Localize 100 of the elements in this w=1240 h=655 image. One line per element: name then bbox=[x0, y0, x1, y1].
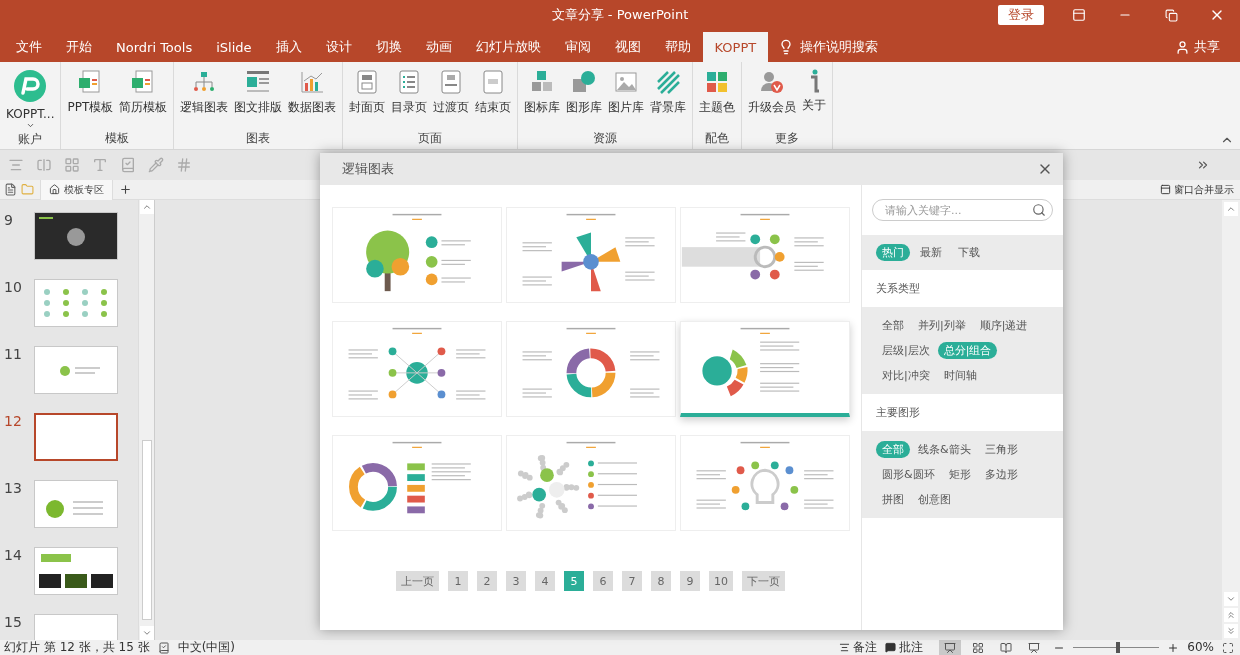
slide-thumbnail[interactable] bbox=[34, 279, 118, 327]
folder-icon[interactable] bbox=[21, 183, 34, 196]
ribbon-tab[interactable]: 开始 bbox=[54, 32, 104, 62]
page-button[interactable]: 3 bbox=[506, 571, 526, 591]
ribbon-button[interactable]: 逻辑图表 bbox=[178, 66, 231, 129]
tell-me-search[interactable]: 操作说明搜索 bbox=[768, 32, 889, 62]
filter-option[interactable]: 全部 bbox=[876, 317, 910, 334]
merge-window-button[interactable]: 窗口合并显示 bbox=[1154, 182, 1240, 197]
ribbon-tab[interactable]: iSlide bbox=[204, 32, 264, 62]
hash-icon[interactable] bbox=[176, 157, 192, 173]
ribbon-tab[interactable]: 幻灯片放映 bbox=[463, 32, 553, 62]
view-icon bbox=[972, 641, 985, 654]
scrollbar-thumb[interactable] bbox=[141, 440, 152, 620]
ribbon-tab[interactable]: 帮助 bbox=[652, 32, 703, 62]
ribbon-tab[interactable]: 设计 bbox=[313, 32, 364, 62]
spell-check-icon[interactable] bbox=[157, 641, 170, 654]
distribute-icon[interactable] bbox=[36, 157, 52, 173]
scroll-up-button[interactable] bbox=[139, 200, 154, 214]
previous-page-button[interactable]: 上一页 bbox=[396, 571, 439, 591]
filter-option[interactable]: 层级|层次 bbox=[876, 342, 936, 359]
grid-icon[interactable] bbox=[64, 157, 80, 173]
ribbon-button[interactable]: 关于 bbox=[800, 66, 829, 129]
view-button[interactable] bbox=[939, 640, 962, 655]
scroll-down-button[interactable] bbox=[1224, 592, 1238, 606]
eyedropper-icon[interactable] bbox=[148, 157, 164, 173]
page-button[interactable]: 1 bbox=[448, 571, 468, 591]
ribbon-tab[interactable]: 动画 bbox=[413, 32, 464, 62]
filter-option[interactable]: 顺序|递进 bbox=[973, 317, 1034, 334]
ribbon-tab[interactable]: 插入 bbox=[263, 32, 314, 62]
ribbon-tab[interactable]: KOPPT bbox=[702, 32, 769, 62]
ribbon-button[interactable]: 图形库 bbox=[564, 66, 605, 129]
image-icon bbox=[613, 69, 640, 95]
notes-button[interactable]: 备注 bbox=[839, 640, 878, 655]
page-button[interactable]: 7 bbox=[622, 571, 642, 591]
filter-option[interactable]: 时间轴 bbox=[937, 367, 983, 384]
bar-chart-icon bbox=[299, 69, 326, 95]
document-tab[interactable]: 模板专区 bbox=[40, 179, 113, 200]
ribbon-button[interactable]: 目录页 bbox=[389, 66, 430, 129]
ribbon-button[interactable]: 数据图表 bbox=[286, 66, 339, 129]
ribbon-tab[interactable]: 视图 bbox=[602, 32, 653, 62]
slide-thumbnail[interactable] bbox=[34, 212, 118, 260]
align-icon[interactable] bbox=[8, 157, 24, 173]
ribbon-button[interactable]: 封面页 bbox=[347, 66, 388, 129]
page-button[interactable]: 10 bbox=[709, 571, 733, 591]
filter-option[interactable]: 并列|列举 bbox=[912, 317, 972, 334]
slide-thumbnail[interactable] bbox=[34, 547, 118, 595]
text-box-icon[interactable] bbox=[92, 157, 108, 173]
scroll-up-button[interactable] bbox=[1224, 202, 1238, 216]
previous-slide-button[interactable] bbox=[1224, 608, 1238, 622]
ribbon-tab[interactable]: 文件 bbox=[4, 32, 54, 62]
window-title: 文章分享 - PowerPoint bbox=[551, 6, 689, 24]
ribbon-button[interactable]: 图标库 bbox=[522, 66, 563, 129]
ribbon-button[interactable]: 主题色 bbox=[697, 66, 738, 129]
ribbon-button[interactable]: 升级会员 bbox=[746, 66, 799, 129]
search-input[interactable]: 请输入关键字... bbox=[883, 202, 1032, 218]
slide-thumbnail[interactable] bbox=[34, 346, 118, 394]
sort-tab[interactable]: 下载 bbox=[952, 244, 986, 261]
share-button[interactable]: 共享 bbox=[1169, 32, 1226, 62]
filter-option[interactable]: 线条&箭头 bbox=[912, 441, 977, 458]
ribbon-button[interactable]: KOPPT... bbox=[4, 66, 57, 130]
filter-option[interactable]: 多边形 bbox=[978, 466, 1024, 483]
ribbon-button[interactable]: PPT模板 bbox=[65, 66, 116, 129]
ribbon-button[interactable]: 背景库 bbox=[648, 66, 689, 129]
ribbon-tab[interactable]: 切换 bbox=[363, 32, 414, 62]
page-button[interactable]: 4 bbox=[535, 571, 555, 591]
login-button[interactable]: 登录 bbox=[998, 5, 1044, 25]
slide-thumbnail[interactable] bbox=[34, 413, 118, 461]
stripes-icon bbox=[655, 69, 682, 95]
filter-option[interactable]: 矩形 bbox=[942, 466, 977, 483]
filter-option[interactable]: 拼图 bbox=[876, 491, 910, 508]
file-icon[interactable] bbox=[4, 183, 17, 196]
ribbon-tab[interactable]: 审阅 bbox=[552, 32, 603, 62]
ribbon-button[interactable]: 图片库 bbox=[606, 66, 647, 129]
slide-number: 14 bbox=[3, 547, 23, 563]
language-label[interactable]: 中文(中国) bbox=[177, 640, 235, 655]
page-button[interactable]: 9 bbox=[680, 571, 700, 591]
notes-icon bbox=[839, 642, 851, 653]
more-icon[interactable] bbox=[1196, 158, 1210, 172]
fit-slide-icon[interactable] bbox=[1222, 641, 1234, 654]
ribbon-button[interactable]: 简历模板 bbox=[117, 66, 170, 129]
ribbon-tab[interactable]: Nordri Tools bbox=[104, 32, 205, 62]
filter-option[interactable]: 对比|冲突 bbox=[876, 367, 936, 384]
page-button[interactable]: 6 bbox=[593, 571, 613, 591]
sort-tab[interactable]: 最新 bbox=[914, 244, 948, 261]
zoom-level[interactable]: 60% bbox=[1187, 640, 1214, 655]
filter-option[interactable]: 圆形&圆环 bbox=[876, 466, 941, 483]
comments-button[interactable]: 批注 bbox=[885, 640, 924, 655]
group-label: 图表 bbox=[245, 130, 272, 147]
page-button[interactable]: 2 bbox=[477, 571, 497, 591]
ribbon-button[interactable]: 图文排版 bbox=[232, 66, 285, 129]
ribbon-button[interactable]: 结束页 bbox=[473, 66, 514, 129]
next-page-button[interactable]: 下一页 bbox=[742, 571, 785, 591]
slide-thumbnail[interactable] bbox=[34, 480, 118, 528]
page-button[interactable]: 8 bbox=[651, 571, 671, 591]
filter-option[interactable]: 三角形 bbox=[978, 441, 1024, 458]
zoom-in-icon[interactable] bbox=[1167, 641, 1180, 654]
add-tab-icon[interactable] bbox=[119, 183, 132, 196]
ribbon-button[interactable]: 过渡页 bbox=[431, 66, 472, 129]
filter-option[interactable]: 创意图 bbox=[912, 491, 957, 508]
zoom-slider-thumb[interactable] bbox=[1116, 642, 1121, 653]
